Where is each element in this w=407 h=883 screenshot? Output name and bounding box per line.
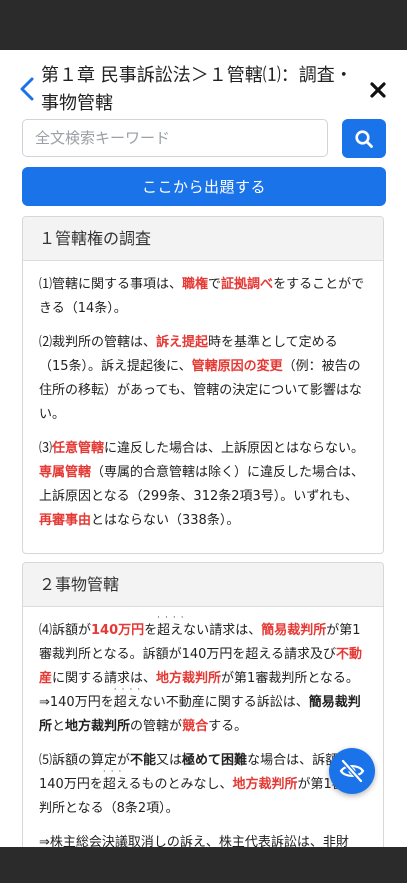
paragraph: ⑴管轄に関する事項は、職権で証拠調べをすることができる（14条）。 bbox=[39, 273, 367, 321]
paragraph: ⑵裁判所の管轄は、訴え提起時を基準として定める（15条）。訴え提起後に、管轄原因… bbox=[39, 331, 367, 427]
highlight-term: 再審事由 bbox=[39, 513, 92, 528]
text-segment: 請求は、 bbox=[209, 623, 262, 638]
text-segment: ⑴管轄に関する事項は、 bbox=[39, 277, 183, 292]
section-title: １管轄権の調査 bbox=[23, 217, 383, 261]
emphasis-term: 超えない ···· bbox=[113, 685, 166, 710]
paragraph: ⑸訴額の算定が不能又は極めて困難な場合は、訴額を140万円を超える ··· ものとみ… bbox=[39, 749, 367, 821]
highlight-term: 任意管轄 bbox=[52, 441, 105, 456]
section-title: ２事物管轄 bbox=[23, 563, 383, 607]
bold-term: 地方裁判所 bbox=[65, 719, 131, 734]
text-segment: ⑶ bbox=[39, 441, 53, 456]
highlight-term: 専属管轄 bbox=[39, 465, 92, 480]
text-segment: ⇒株主総会決議取消しの訴え、株主代表訴訟は、非財 bbox=[39, 835, 349, 847]
text-segment: する。 bbox=[208, 719, 248, 734]
search-button[interactable] bbox=[342, 119, 386, 158]
text-segment: に関する請求は、 bbox=[52, 671, 157, 686]
text-segment: で bbox=[208, 277, 222, 292]
hide-answers-button[interactable] bbox=[329, 748, 375, 794]
highlight-term: 140万円 bbox=[91, 623, 145, 638]
search-input[interactable] bbox=[22, 119, 328, 157]
text-segment: ⑸訴額の算定が bbox=[39, 753, 131, 768]
text-segment: 不動産に関する訴訟は、 bbox=[165, 695, 309, 710]
paragraph: ⑷訴額が140万円を超えない ···· 請求は、簡易裁判所が第1審裁判所となる。訴額… bbox=[39, 613, 367, 739]
highlight-term: 証拠調べ bbox=[221, 277, 274, 292]
status-bar bbox=[0, 0, 407, 50]
text-segment: の管轄が bbox=[130, 719, 183, 734]
emphasis-dots: ···· bbox=[157, 613, 189, 623]
paragraph: ⑶任意管轄に違反した場合は、上訴原因とはならない。専属管轄（専属的合意管轄は除く… bbox=[39, 437, 367, 533]
emphasis-dots: ···· bbox=[113, 685, 146, 695]
section-body: ⑴管轄に関する事項は、職権で証拠調べをすることができる（14条）。 ⑵裁判所の管… bbox=[23, 261, 383, 553]
text-segment: とはならない（338条）。 bbox=[91, 513, 240, 528]
text-segment: と bbox=[52, 719, 66, 734]
back-arrow-icon[interactable] bbox=[18, 76, 36, 102]
text-segment: 又は bbox=[156, 753, 183, 768]
emphasis-dots: ··· bbox=[102, 767, 127, 777]
bottom-bar bbox=[0, 847, 407, 883]
section-body: ⑷訴額が140万円を超えない ···· 請求は、簡易裁判所が第1審裁判所となる。訴額… bbox=[23, 607, 383, 847]
highlight-term: 地方裁判所 bbox=[232, 777, 298, 792]
close-icon[interactable] bbox=[369, 81, 387, 99]
bold-term: 極めて困難 bbox=[182, 753, 248, 768]
emphasis-term: 超えない ···· bbox=[157, 613, 210, 638]
eye-slash-icon bbox=[339, 759, 365, 783]
section-card-subject-matter: ２事物管轄 ⑷訴額が140万円を超えない ···· 請求は、簡易裁判所が第1審裁判所… bbox=[22, 562, 384, 847]
highlight-term: 管轄原因の変更 bbox=[191, 359, 283, 374]
page-title: 第１章 民事訴訟法＞１管轄⑴：調査・事物管轄 bbox=[41, 65, 353, 114]
search-icon bbox=[355, 129, 373, 148]
highlight-term: 簡易裁判所 bbox=[261, 623, 327, 638]
bold-term: 不能 bbox=[130, 753, 157, 768]
highlight-term: 訴え提起 bbox=[156, 335, 209, 350]
text-segment: ものとみなし、 bbox=[141, 777, 233, 792]
text-segment: に違反した場合は、上訴原因とはならない。 bbox=[104, 441, 365, 456]
page: 第１章 民事訴訟法＞１管轄⑴：調査・事物管轄 ここから出題する １管轄権の調査 … bbox=[0, 50, 407, 847]
start-quiz-button[interactable]: ここから出題する bbox=[22, 167, 386, 206]
header: 第１章 民事訴訟法＞１管轄⑴：調査・事物管轄 bbox=[0, 50, 407, 118]
highlight-term: 競合 bbox=[182, 719, 209, 734]
text-segment: ⑷訴額が bbox=[39, 623, 92, 638]
highlight-term: 職権 bbox=[182, 277, 209, 292]
section-card-jurisdiction-check: １管轄権の調査 ⑴管轄に関する事項は、職権で証拠調べをすることができる（14条）… bbox=[22, 216, 384, 554]
highlight-term: 地方裁判所 bbox=[156, 671, 222, 686]
text-segment: ⑵裁判所の管轄は、 bbox=[39, 335, 157, 350]
text-segment: を bbox=[144, 623, 158, 638]
paragraph: ⇒株主総会決議取消しの訴え、株主代表訴訟は、非財 bbox=[39, 831, 367, 847]
emphasis-term: 超える ··· bbox=[102, 767, 142, 792]
